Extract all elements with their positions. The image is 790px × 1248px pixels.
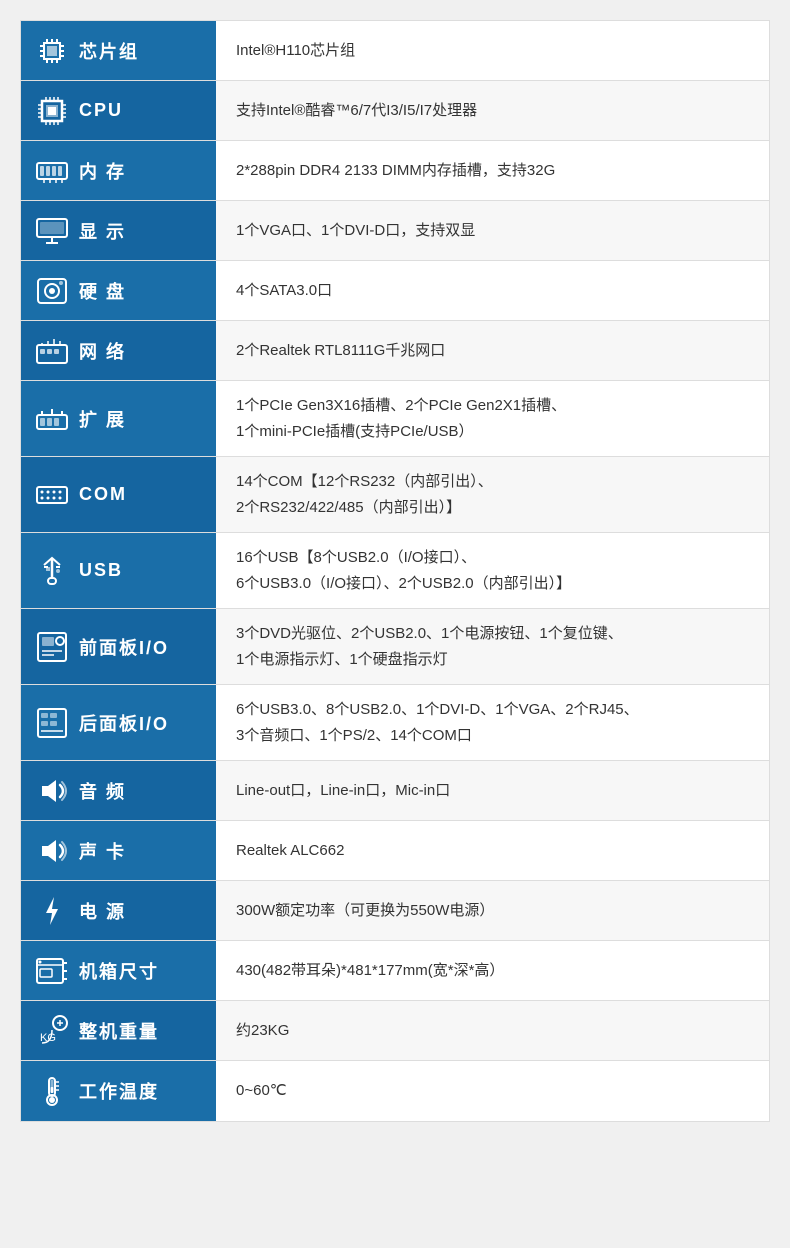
spec-value-expansion: 1个PCIe Gen3X16插槽、2个PCIe Gen2X1插槽、1个mini-… (216, 381, 769, 456)
spec-row-chipset: 芯片组 Intel®H110芯片组 (21, 21, 769, 81)
spec-label-text-temp: 工作温度 (79, 1078, 159, 1104)
cpu-icon (33, 92, 71, 130)
network-icon (33, 332, 71, 370)
spec-label-chipset: 芯片组 (21, 21, 216, 80)
spec-label-text-audio: 音 频 (79, 778, 126, 804)
spec-label-soundcard: 声 卡 (21, 821, 216, 880)
spec-label-text-power: 电 源 (79, 898, 126, 924)
spec-label-text-cpu: CPU (79, 100, 123, 121)
spec-row-soundcard: 声 卡 Realtek ALC662 (21, 821, 769, 881)
com-icon (33, 476, 71, 514)
spec-value-chassis: 430(482带耳朵)*481*177mm(宽*深*高） (216, 941, 769, 1000)
spec-value-soundcard: Realtek ALC662 (216, 821, 769, 880)
spec-label-text-expansion: 扩 展 (79, 406, 126, 432)
spec-value-memory: 2*288pin DDR4 2133 DIMM内存插槽，支持32G (216, 141, 769, 200)
spec-value-usb: 16个USB【8个USB2.0（I/O接口）、6个USB3.0（I/O接口）、2… (216, 533, 769, 608)
display-icon (33, 212, 71, 250)
spec-row-temp: 工作温度 0~60℃ (21, 1061, 769, 1121)
expand-icon (33, 400, 71, 438)
spec-value-weight: 约23KG (216, 1001, 769, 1060)
spec-label-text-chipset: 芯片组 (79, 38, 139, 64)
front-icon (33, 628, 71, 666)
spec-value-hdd: 4个SATA3.0口 (216, 261, 769, 320)
spec-value-rear-io: 6个USB3.0、8个USB2.0、1个DVI-D、1个VGA、2个RJ45、3… (216, 685, 769, 760)
spec-row-com: COM 14个COM【12个RS232（内部引出）、2个RS232/422/485… (21, 457, 769, 533)
spec-label-weight: KG 整机重量 (21, 1001, 216, 1060)
ram-icon (33, 152, 71, 190)
chassis-icon (33, 952, 71, 990)
spec-row-audio: 音 频 Line-out口，Line-in口，Mic-in口 (21, 761, 769, 821)
spec-row-cpu: CPU 支持Intel®酷睿™6/7代I3/I5/I7处理器 (21, 81, 769, 141)
spec-value-display: 1个VGA口、1个DVI-D口，支持双显 (216, 201, 769, 260)
soundcard-icon (33, 832, 71, 870)
spec-row-expansion: 扩 展 1个PCIe Gen3X16插槽、2个PCIe Gen2X1插槽、1个mi… (21, 381, 769, 457)
spec-label-text-memory: 内 存 (79, 158, 126, 184)
spec-label-chassis: 机箱尺寸 (21, 941, 216, 1000)
spec-label-hdd: 硬 盘 (21, 261, 216, 320)
spec-label-text-display: 显 示 (79, 218, 126, 244)
spec-value-chipset: Intel®H110芯片组 (216, 21, 769, 80)
spec-value-front-io: 3个DVD光驱位、2个USB2.0、1个电源按钮、1个复位键、1个电源指示灯、1… (216, 609, 769, 684)
spec-label-com: COM (21, 457, 216, 532)
spec-label-temp: 工作温度 (21, 1061, 216, 1121)
spec-row-chassis: 机箱尺寸 430(482带耳朵)*481*177mm(宽*深*高） (21, 941, 769, 1001)
spec-row-rear-io: 后面板I/O 6个USB3.0、8个USB2.0、1个DVI-D、1个VGA、2个… (21, 685, 769, 761)
spec-label-display: 显 示 (21, 201, 216, 260)
spec-label-expansion: 扩 展 (21, 381, 216, 456)
spec-label-text-network: 网 络 (79, 338, 126, 364)
spec-label-text-weight: 整机重量 (79, 1018, 159, 1044)
spec-label-network: 网 络 (21, 321, 216, 380)
spec-label-text-rear-io: 后面板I/O (79, 710, 169, 736)
spec-label-text-com: COM (79, 484, 127, 505)
temp-icon (33, 1072, 71, 1110)
weight-icon: KG (33, 1012, 71, 1050)
audio-icon (33, 772, 71, 810)
spec-label-front-io: 前面板I/O (21, 609, 216, 684)
spec-label-usb: USB (21, 533, 216, 608)
spec-row-hdd: 硬 盘 4个SATA3.0口 (21, 261, 769, 321)
spec-label-memory: 内 存 (21, 141, 216, 200)
spec-row-network: 网 络 2个Realtek RTL8111G千兆网口 (21, 321, 769, 381)
spec-value-cpu: 支持Intel®酷睿™6/7代I3/I5/I7处理器 (216, 81, 769, 140)
spec-label-cpu: CPU (21, 81, 216, 140)
spec-value-audio: Line-out口，Line-in口，Mic-in口 (216, 761, 769, 820)
power-icon (33, 892, 71, 930)
hdd-icon (33, 272, 71, 310)
spec-value-power: 300W额定功率（可更换为550W电源） (216, 881, 769, 940)
spec-table: 芯片组 Intel®H110芯片组 CPU 支持Intel®酷睿™6/7代I3/I5… (20, 20, 770, 1122)
spec-label-rear-io: 后面板I/O (21, 685, 216, 760)
spec-value-network: 2个Realtek RTL8111G千兆网口 (216, 321, 769, 380)
spec-label-audio: 音 频 (21, 761, 216, 820)
spec-value-temp: 0~60℃ (216, 1061, 769, 1121)
spec-row-memory: 内 存 2*288pin DDR4 2133 DIMM内存插槽，支持32G (21, 141, 769, 201)
spec-row-display: 显 示 1个VGA口、1个DVI-D口，支持双显 (21, 201, 769, 261)
spec-row-power: 电 源 300W额定功率（可更换为550W电源） (21, 881, 769, 941)
rear-icon (33, 704, 71, 742)
spec-label-text-front-io: 前面板I/O (79, 634, 169, 660)
spec-row-usb: USB 16个USB【8个USB2.0（I/O接口）、6个USB3.0（I/O接口… (21, 533, 769, 609)
spec-label-text-usb: USB (79, 560, 123, 581)
chip-icon (33, 32, 71, 70)
spec-value-com: 14个COM【12个RS232（内部引出）、2个RS232/422/485（内部… (216, 457, 769, 532)
spec-row-weight: KG 整机重量约23KG (21, 1001, 769, 1061)
spec-label-text-soundcard: 声 卡 (79, 838, 126, 864)
spec-label-text-hdd: 硬 盘 (79, 278, 126, 304)
spec-row-front-io: 前面板I/O 3个DVD光驱位、2个USB2.0、1个电源按钮、1个复位键、1个电… (21, 609, 769, 685)
usb-icon (33, 552, 71, 590)
spec-label-power: 电 源 (21, 881, 216, 940)
spec-label-text-chassis: 机箱尺寸 (79, 958, 159, 984)
